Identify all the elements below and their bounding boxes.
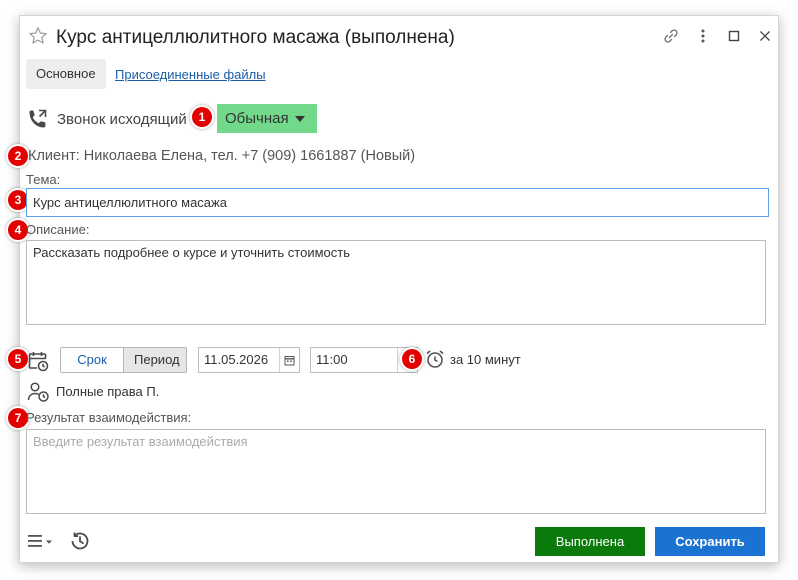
user-clock-icon xyxy=(26,380,52,404)
chevron-down-icon xyxy=(295,116,305,122)
mark-done-button[interactable]: Выполнена xyxy=(535,527,645,556)
interaction-window: Курс антицеллюлитного масажа (выполнена)… xyxy=(8,15,779,563)
close-icon[interactable] xyxy=(755,26,775,46)
tab-attached-files[interactable]: Присоединенные файлы xyxy=(115,67,266,82)
responsible-user[interactable]: Полные права П. xyxy=(56,384,159,399)
star-icon[interactable] xyxy=(28,26,48,46)
reminder-label[interactable]: за 10 минут xyxy=(450,352,521,367)
subject-input[interactable]: Курс антицеллюлитного масажа xyxy=(26,188,769,217)
client-info[interactable]: Клиент: Николаева Елена, тел. +7 (909) 1… xyxy=(28,148,415,164)
date-field[interactable]: 11.05.2026 xyxy=(198,347,300,373)
alarm-clock-icon[interactable] xyxy=(424,348,446,370)
annotation-badge-3: 3 xyxy=(8,190,28,210)
date-value: 11.05.2026 xyxy=(204,352,269,367)
call-type-label: Звонок исходящий xyxy=(57,111,187,128)
maximize-icon[interactable] xyxy=(724,26,744,46)
save-button[interactable]: Сохранить xyxy=(655,527,765,556)
history-icon[interactable] xyxy=(68,529,92,553)
schedule-mode-switch: Срок Период xyxy=(60,347,187,373)
priority-dropdown[interactable]: Обычная xyxy=(217,104,317,133)
description-label: Описание: xyxy=(26,222,90,237)
window-title: Курс антицеллюлитного масажа (выполнена) xyxy=(56,27,455,48)
menu-icon[interactable] xyxy=(26,530,56,552)
annotation-badge-5: 5 xyxy=(8,349,28,369)
mode-deadline-button[interactable]: Срок xyxy=(61,348,124,372)
annotation-badge-2: 2 xyxy=(8,146,28,166)
subject-label: Тема: xyxy=(26,172,61,187)
annotation-badge-1: 1 xyxy=(192,107,212,127)
priority-value: Обычная xyxy=(225,110,289,127)
result-label: Результат взаимодействия: xyxy=(26,410,192,425)
phone-outgoing-icon xyxy=(26,107,50,131)
annotation-badge-6: 6 xyxy=(402,349,422,369)
link-icon[interactable] xyxy=(661,26,681,46)
calendar-icon[interactable] xyxy=(279,348,299,372)
description-textarea[interactable]: Рассказать подробнее о курсе и уточнить … xyxy=(26,240,766,325)
time-value: 11:00 xyxy=(316,352,348,367)
result-textarea[interactable]: Введите результат взаимодействия xyxy=(26,429,766,514)
calendar-clock-icon[interactable] xyxy=(26,349,50,373)
annotation-badge-4: 4 xyxy=(8,220,28,240)
tab-main[interactable]: Основное xyxy=(26,59,106,89)
mode-period-button[interactable]: Период xyxy=(124,348,186,372)
more-vertical-icon[interactable] xyxy=(693,26,713,46)
annotation-badge-7: 7 xyxy=(8,408,28,428)
